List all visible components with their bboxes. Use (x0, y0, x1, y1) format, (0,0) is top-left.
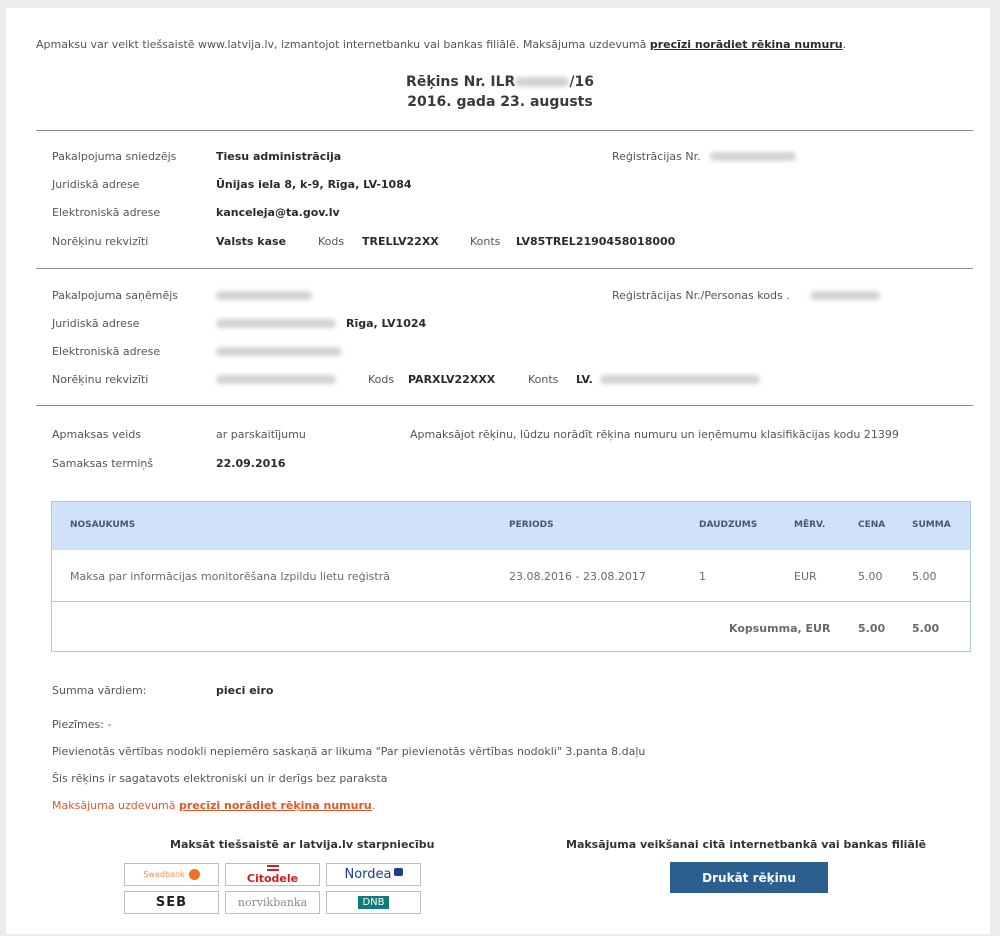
col-sum: SUMMA (912, 520, 951, 530)
total-price: 5.00 (858, 622, 886, 635)
receiver-code-label: Kods (368, 373, 395, 386)
page: Apmaksu var veikt tiešsaistē www.latvija… (0, 0, 1000, 936)
row-divider (52, 601, 970, 602)
divider (36, 268, 973, 269)
provider-legal: Ūnijas iela 8, k-9, Rīga, LV-1084 (216, 178, 412, 191)
divider (36, 405, 973, 406)
other-title: Maksājuma veikšanai citā internetbankā v… (566, 838, 927, 851)
nordea-button[interactable]: Nordea (326, 863, 421, 886)
warning-text: Maksājuma uzdevumā precīzi norādiet rēķi… (52, 799, 376, 812)
words-label: Summa vārdiem: (52, 684, 147, 697)
redacted (810, 291, 880, 300)
col-qty: DAUDZUMS (699, 520, 758, 530)
redacted (216, 375, 336, 384)
receiver-bank-label: Norēķinu rekvizīti (52, 373, 149, 386)
table-header: NOSAUKUMS PERIODS DAUDZUMS MĒRV. CENA SU… (52, 502, 970, 550)
provider-reg-label: Reģistrācijas Nr. (612, 150, 701, 163)
receiver-account: LV. (576, 373, 593, 386)
receiver-email-label: Elektroniskā adrese (52, 345, 161, 358)
provider-code: TRELLV22XX (362, 235, 439, 248)
redacted (216, 319, 336, 328)
print-invoice-button[interactable]: Drukāt rēķinu (670, 862, 828, 893)
payment-type-label: Apmaksas veids (52, 428, 142, 441)
swedbank-logo-icon (188, 869, 200, 880)
redacted (216, 291, 312, 300)
warning-link[interactable]: precīzi norādiet rēķina numuru (179, 799, 372, 812)
receiver-city: Rīga, LV1024 (346, 317, 427, 330)
provider-bank-label: Norēķinu rekvizīti (52, 235, 149, 248)
notes: Piezīmes: - (52, 718, 112, 731)
citodele-button[interactable]: Citodele (225, 863, 320, 886)
receiver-label: Pakalpojuma saņēmējs (52, 289, 179, 302)
citodele-logo-icon (266, 864, 279, 871)
total-sum: 5.00 (912, 622, 940, 635)
provider-account: LV85TREL2190458018000 (516, 235, 676, 248)
redacted (216, 347, 342, 356)
provider-name: Tiesu administrācija (216, 150, 342, 163)
receiver-account-label: Konts (528, 373, 559, 386)
dnb-button[interactable]: DNB (326, 891, 421, 914)
invoice-date: 2016. gada 23. augusts (407, 94, 593, 110)
online-title: Maksāt tiešsaistē ar latvija.lv starpnie… (170, 838, 435, 851)
swedbank-button[interactable]: Swedbank (124, 863, 219, 886)
items-table: NOSAUKUMS PERIODS DAUDZUMS MĒRV. CENA SU… (51, 501, 971, 652)
receiver-legal-label: Juridiskā adrese (52, 317, 140, 330)
provider-legal-label: Juridiskā adrese (52, 178, 140, 191)
vat-note: Pievienotās vērtības nodokli nepiemēro s… (52, 745, 646, 758)
norvikbanka-button[interactable]: norvikbanka (225, 891, 320, 914)
payment-due-label: Samaksas termiņš (52, 457, 154, 470)
nordea-logo-icon (393, 867, 403, 876)
col-period: PERIODS (509, 520, 554, 530)
payment-type: ar parskaitījumu (216, 428, 306, 441)
provider-bank: Valsts kase (216, 235, 287, 248)
electronic-note: Šis rēķins ir sagatavots elektroniski un… (52, 772, 388, 785)
receiver-reg-label: Reģistrācijas Nr./Personas kods . (612, 289, 790, 302)
invoice-number: Rēķins Nr. ILR/16 (406, 74, 594, 90)
divider (36, 130, 973, 131)
provider-code-label: Kods (318, 235, 345, 248)
words-value: pieci eiro (216, 684, 274, 697)
seb-button[interactable]: SEB (124, 891, 219, 914)
col-unit: MĒRV. (794, 520, 826, 530)
col-price: CENA (858, 520, 886, 530)
total-label: Kopsumma, EUR (729, 622, 831, 635)
provider-email: kanceleja@ta.gov.lv (216, 206, 340, 219)
intro-link[interactable]: precīzi norādiet rēkina numuru (650, 38, 843, 51)
redacted (515, 77, 570, 87)
redacted (600, 375, 760, 384)
col-name: NOSAUKUMS (70, 520, 136, 530)
redacted (710, 152, 796, 161)
payment-due: 22.09.2016 (216, 457, 286, 470)
provider-label: Pakalpojuma sniedzējs (52, 150, 177, 163)
provider-email-label: Elektroniskā adrese (52, 206, 161, 219)
payment-note: Apmaksājot rēķinu, lūdzu norādīt rēķina … (410, 428, 899, 441)
provider-account-label: Konts (470, 235, 501, 248)
intro-text: Apmaksu var veikt tiešsaistē www.latvija… (36, 38, 847, 51)
receiver-code: PARXLV22XXX (408, 373, 496, 386)
invoice-card (6, 8, 990, 934)
